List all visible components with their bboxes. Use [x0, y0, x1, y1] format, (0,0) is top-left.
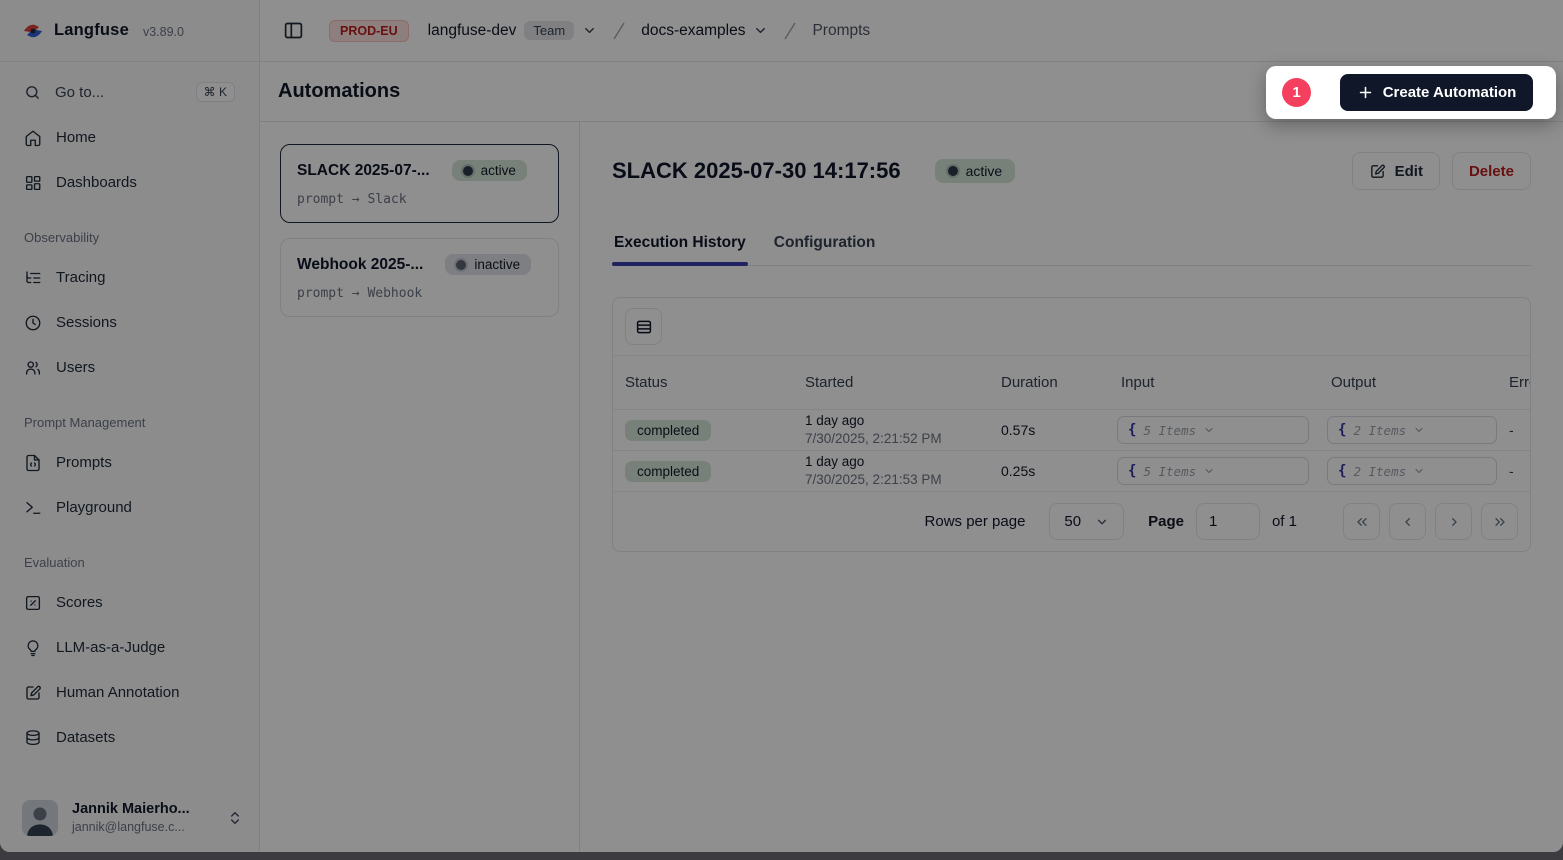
- plus-icon: [1357, 84, 1374, 101]
- screenshot-dim-overlay: [0, 0, 1563, 860]
- annotation-callout: 1 Create Automation: [1266, 66, 1556, 119]
- annotation-step-badge: 1: [1282, 78, 1311, 107]
- create-automation-button[interactable]: Create Automation: [1340, 74, 1533, 111]
